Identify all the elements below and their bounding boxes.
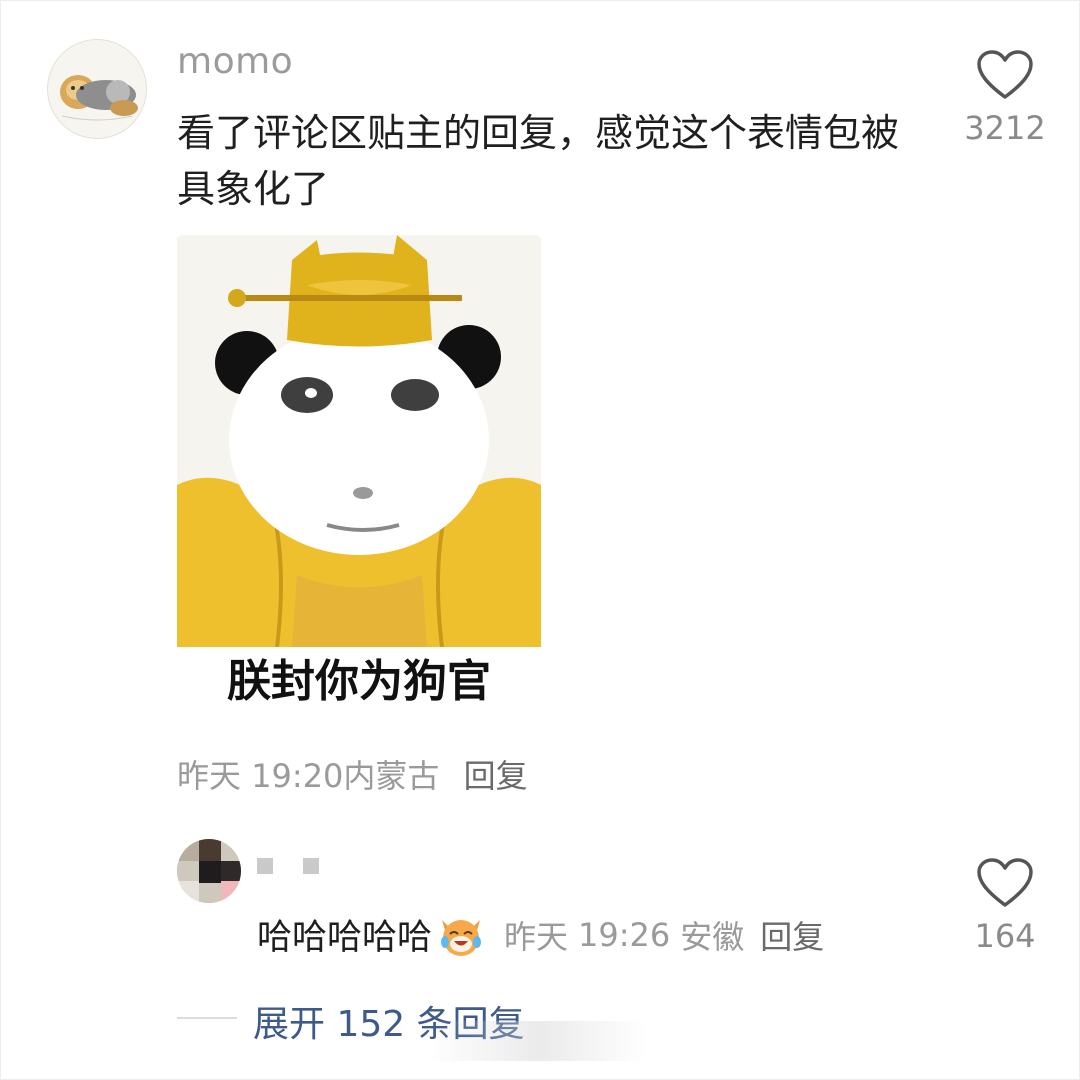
heart-outline-icon [977, 858, 1033, 907]
reply-avatar[interactable] [177, 839, 241, 903]
comment-date: 昨天 [177, 757, 242, 795]
avatar[interactable] [47, 39, 147, 139]
redacted-block [303, 858, 319, 874]
reply-reply-button[interactable]: 回复 [760, 912, 824, 958]
redacted-block [257, 858, 273, 874]
reply-text: 哈哈哈哈哈 [257, 918, 433, 958]
comment-like-button[interactable]: 3212 [945, 49, 1065, 147]
panda-emperor-illustration [177, 235, 541, 647]
heart-outline-icon [977, 50, 1033, 99]
comment-like-count: 3212 [964, 109, 1046, 147]
reply-content: 哈哈哈哈哈 昨天 19:26 安徽 回复 [257, 909, 824, 960]
avatar-dog-illustration [60, 75, 138, 121]
sticker-caption: 朕封你为狗官 [177, 647, 541, 717]
expand-divider [177, 1017, 237, 1019]
reply-username-redacted[interactable] [257, 853, 319, 879]
comment-location: 内蒙古 [343, 757, 440, 795]
comment-meta: 昨天 19:20内蒙古 回复 [177, 751, 528, 797]
comment-text: 看了评论区贴主的回复，感觉这个表情包被具象化了 [177, 111, 900, 211]
reply-avatar-pixelated [177, 839, 241, 903]
comment-sticker-image[interactable]: 朕封你为狗官 [177, 235, 541, 717]
reply-like-button[interactable]: 164 [945, 857, 1065, 955]
reply-time: 19:26 [578, 915, 671, 954]
comment-time: 19:20 [251, 757, 344, 795]
watermark-blur [429, 1021, 649, 1061]
reply-location: 安徽 [680, 917, 745, 956]
laughing-cat-emoji [441, 919, 482, 956]
reply-like-count: 164 [974, 917, 1036, 955]
comment-reply-button[interactable]: 回复 [464, 757, 528, 795]
reply-date: 昨天 [504, 917, 569, 956]
comment-username[interactable]: momo [177, 41, 293, 82]
